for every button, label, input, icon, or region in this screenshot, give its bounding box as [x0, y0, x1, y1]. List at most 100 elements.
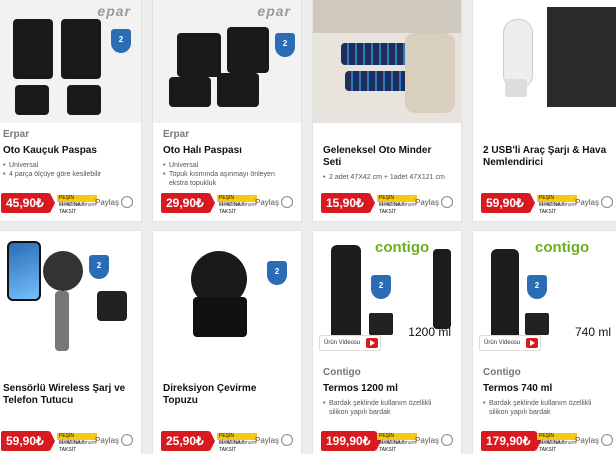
- installment-badge: PEŞİN FİYATINA 6 TAKSİT bonus maximum: [57, 433, 97, 453]
- product-image[interactable]: 2: [153, 231, 301, 361]
- share-label: Paylaş: [414, 436, 439, 445]
- guarantee-badge-icon: 2: [111, 29, 131, 53]
- product-image[interactable]: epar 2: [153, 0, 301, 123]
- product-image[interactable]: epar 2: [0, 0, 141, 123]
- volume-label: 740 ml: [574, 325, 611, 339]
- product-card[interactable]: contigo 2 1200 ml Ürün Videosu Contigo T…: [312, 230, 462, 454]
- mat-shape: [217, 73, 259, 107]
- share-radio[interactable]: [441, 196, 453, 208]
- feature-item: 4 parça ölçüye göre kesilebilir: [3, 170, 131, 179]
- guarantee-badge-icon: 2: [275, 33, 295, 57]
- product-maker: Erpar: [163, 129, 190, 140]
- installment-badge: PEŞİN FİYATINA 6 TAKSİT bonus maximum: [537, 195, 577, 215]
- price-tag: 199,90₺: [321, 431, 382, 451]
- product-title[interactable]: Oto Halı Paspası: [163, 145, 291, 157]
- share-label: Paylaş: [574, 436, 599, 445]
- price-tag: 29,90₺: [161, 193, 215, 213]
- installment-badge: PEŞİN FİYATINA 6 TAKSİT bonus maximum: [537, 433, 577, 453]
- product-title[interactable]: 2 USB'li Araç Şarjı & Hava Nemlendirici: [483, 145, 611, 169]
- product-title[interactable]: Termos 740 ml: [483, 383, 611, 395]
- product-maker: Contigo: [483, 367, 521, 378]
- feature-item: Bardak şeklinde kullanım özellikli silik…: [323, 399, 451, 417]
- mat-shape: [169, 77, 211, 107]
- price-tag: 179,90₺: [481, 431, 542, 451]
- thermos-shape: [331, 245, 361, 341]
- clamp-shape: [193, 297, 247, 337]
- product-card[interactable]: epar 2 Erpar Oto Kauçuk Paspas Universal…: [0, 0, 142, 222]
- product-title[interactable]: Termos 1200 ml: [323, 383, 451, 395]
- thermos-shape: [433, 249, 451, 329]
- share-label: Paylaş: [414, 198, 439, 207]
- feature-item: Universal: [163, 161, 291, 170]
- share-radio[interactable]: [601, 434, 613, 446]
- product-card[interactable]: 2 Sensörlü Wireless Şarj ve Telefon Tutu…: [0, 230, 142, 454]
- volume-label: 1200 ml: [408, 325, 451, 339]
- product-image[interactable]: [313, 0, 461, 123]
- play-icon: [526, 338, 539, 348]
- cup-shape: [369, 313, 393, 335]
- brand-logo: contigo: [535, 239, 590, 256]
- feature-list: Universal 4 parça ölçüye göre kesilebili…: [3, 161, 131, 179]
- share-label: Paylaş: [574, 198, 599, 207]
- holder-arm-shape: [55, 291, 69, 351]
- product-title[interactable]: Geleneksel Oto Minder Seti: [323, 145, 451, 169]
- share-radio[interactable]: [121, 434, 133, 446]
- product-title[interactable]: Sensörlü Wireless Şarj ve Telefon Tutucu: [3, 383, 131, 407]
- share-label: Paylaş: [254, 198, 279, 207]
- product-maker: [163, 367, 291, 379]
- product-image[interactable]: 2: [0, 231, 141, 361]
- video-button[interactable]: Ürün Videosu: [479, 335, 542, 351]
- feature-list: Universal Topuk kısmında aşınmayı önleye…: [163, 161, 291, 188]
- price-tag: 15,90₺: [321, 193, 375, 213]
- mat-shape: [15, 85, 49, 115]
- mat-shape: [13, 19, 53, 79]
- product-maker: Contigo: [323, 367, 361, 378]
- product-card[interactable]: 2 Direksiyon Çevirme Topuzu 25,90₺ PEŞİN…: [152, 230, 302, 454]
- product-title[interactable]: Oto Kauçuk Paspas: [3, 145, 131, 157]
- price-tag: 59,90₺: [481, 193, 535, 213]
- brand-logo: contigo: [375, 239, 430, 256]
- share-radio[interactable]: [601, 196, 613, 208]
- thermos-shape: [491, 249, 519, 339]
- product-title[interactable]: Direksiyon Çevirme Topuzu: [163, 383, 291, 407]
- installment-badge: PEŞİN FİYATINA 6 TAKSİT bonus maximum: [57, 195, 97, 215]
- brand-logo: epar: [257, 3, 291, 19]
- product-image[interactable]: contigo 2 1200 ml Ürün Videosu: [313, 231, 461, 361]
- feature-list: Bardak şeklinde kullanım özellikli silik…: [483, 399, 611, 417]
- product-image[interactable]: [473, 0, 616, 123]
- car-interior-shape: [313, 0, 461, 33]
- guarantee-badge-icon: 2: [267, 261, 287, 285]
- share-radio[interactable]: [441, 434, 453, 446]
- usb-charger-shape: [505, 79, 527, 97]
- price-tag: 25,90₺: [161, 431, 215, 451]
- mat-shape: [177, 33, 221, 77]
- product-card[interactable]: epar 2 Erpar Oto Halı Paspası Universal …: [152, 0, 302, 222]
- product-maker: [3, 367, 131, 379]
- product-card[interactable]: contigo 2 740 ml Ürün Videosu Contigo Te…: [472, 230, 616, 454]
- mat-shape: [61, 19, 101, 79]
- cup-shape: [525, 313, 549, 335]
- vent-clip-shape: [97, 291, 127, 321]
- share-radio[interactable]: [281, 434, 293, 446]
- share-label: Paylaş: [254, 436, 279, 445]
- product-maker: [483, 129, 611, 141]
- share-label: Paylaş: [94, 436, 119, 445]
- product-image[interactable]: contigo 2 740 ml Ürün Videosu: [473, 231, 616, 361]
- share-radio[interactable]: [121, 196, 133, 208]
- share-radio[interactable]: [281, 196, 293, 208]
- feature-list: 2 adet 47X42 cm + 1adet 47X121 cm: [323, 173, 451, 182]
- product-maker: Erpar: [3, 129, 30, 140]
- feature-list: Bardak şeklinde kullanım özellikli silik…: [323, 399, 451, 417]
- phone-shape: [7, 241, 41, 301]
- video-button[interactable]: Ürün Videosu: [319, 335, 382, 351]
- product-card[interactable]: Geleneksel Oto Minder Seti 2 adet 47X42 …: [312, 0, 462, 222]
- installment-badge: PEŞİN FİYATINA 6 TAKSİT bonus maximum: [377, 433, 417, 453]
- share-label: Paylaş: [94, 198, 119, 207]
- guarantee-badge-icon: 2: [89, 255, 109, 279]
- mat-shape: [67, 85, 101, 115]
- product-maker: [323, 129, 451, 141]
- price-tag: 59,90₺: [1, 431, 55, 451]
- feature-item: Bardak şeklinde kullanım özellikli silik…: [483, 399, 611, 417]
- product-card[interactable]: 2 USB'li Araç Şarjı & Hava Nemlendirici …: [472, 0, 616, 222]
- seat-shape: [405, 33, 455, 113]
